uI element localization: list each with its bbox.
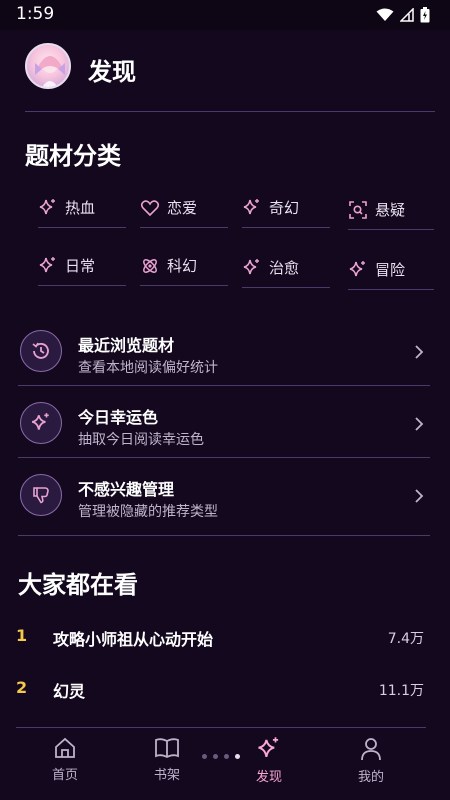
card-not-interested[interactable]: 不感兴趣管理 管理被隐藏的推荐类型 xyxy=(18,464,430,536)
tab-bookshelf[interactable]: 书架 xyxy=(132,736,202,783)
trending-item[interactable]: 1 攻略小师祖从心动开始 7.4万 xyxy=(0,622,450,652)
chevron-right-icon xyxy=(415,417,424,431)
tab-profile[interactable]: 我的 xyxy=(336,736,406,785)
avatar[interactable] xyxy=(25,43,71,89)
status-icons xyxy=(376,7,430,23)
trending-section-title: 大家都在看 xyxy=(18,571,138,599)
thumbs-down-icon xyxy=(20,474,62,516)
read-count: 11.1万 xyxy=(378,683,424,699)
genre-item-qihuan[interactable]: 奇幻 xyxy=(242,188,330,228)
chevron-right-icon xyxy=(415,489,424,503)
indicator-dot xyxy=(213,754,218,759)
trending-item[interactable]: 2 幻灵 11.1万 xyxy=(0,674,450,704)
tab-label: 首页 xyxy=(51,768,78,783)
bottom-tab-bar: 首页 书架 发现 我的 xyxy=(0,728,450,800)
wifi-icon xyxy=(376,8,394,21)
genre-label: 科幻 xyxy=(167,257,198,275)
sparkle-icon xyxy=(258,737,279,757)
signal-icon xyxy=(400,8,414,22)
genre-label: 治愈 xyxy=(269,259,300,277)
card-subtitle: 管理被隐藏的推荐类型 xyxy=(78,504,218,520)
indicator-dot xyxy=(224,754,229,759)
card-lucky-color[interactable]: 今日幸运色 抽取今日阅读幸运色 xyxy=(18,392,430,458)
card-recent-genres[interactable]: 最近浏览题材 查看本地阅读偏好统计 xyxy=(18,320,430,386)
user-icon xyxy=(361,738,381,761)
genre-item-zhiyu[interactable]: 治愈 xyxy=(242,248,330,288)
sparkle-icon xyxy=(20,402,62,444)
book-title: 攻略小师祖从心动开始 xyxy=(53,630,214,649)
sparkle-icon xyxy=(243,198,259,214)
read-count: 7.4万 xyxy=(387,631,424,647)
genre-item-richang[interactable]: 日常 xyxy=(38,246,126,286)
genre-label: 奇幻 xyxy=(269,199,300,217)
genre-item-kehuan[interactable]: 科幻 xyxy=(140,246,228,286)
genre-label: 恋爱 xyxy=(167,199,198,217)
genre-label: 悬疑 xyxy=(375,201,406,219)
chevron-right-icon xyxy=(415,345,424,359)
genre-section-title: 题材分类 xyxy=(25,142,121,170)
sparkle-icon xyxy=(349,260,365,276)
tab-label: 发现 xyxy=(255,770,282,785)
sparkle-icon xyxy=(243,258,259,274)
atom-icon xyxy=(143,258,157,273)
tab-home[interactable]: 首页 xyxy=(30,736,100,783)
battery-icon xyxy=(420,7,430,23)
book-icon xyxy=(155,738,179,759)
status-time: 1:59 xyxy=(16,4,55,24)
rank-number: 1 xyxy=(16,626,28,645)
header-divider xyxy=(25,111,435,112)
status-bar: 1:59 xyxy=(0,0,450,30)
tab-label: 书架 xyxy=(153,768,180,783)
search-frame-icon xyxy=(349,200,367,219)
card-title: 不感兴趣管理 xyxy=(78,480,175,499)
card-subtitle: 查看本地阅读偏好统计 xyxy=(78,360,218,376)
rank-number: 2 xyxy=(16,678,28,697)
sparkle-icon xyxy=(39,256,55,272)
genre-label: 热血 xyxy=(65,199,96,217)
header: 发现 xyxy=(0,30,450,110)
card-title: 最近浏览题材 xyxy=(78,336,175,355)
genre-item-lianai[interactable]: 恋爱 xyxy=(140,188,228,228)
tab-discover[interactable]: 发现 xyxy=(234,736,304,785)
heart-icon xyxy=(140,199,160,216)
genre-label: 日常 xyxy=(65,257,96,275)
card-title: 今日幸运色 xyxy=(78,408,159,427)
genre-item-xuanyi[interactable]: 悬疑 xyxy=(348,190,434,230)
genre-label: 冒险 xyxy=(375,261,406,279)
book-title: 幻灵 xyxy=(53,682,86,701)
tab-label: 我的 xyxy=(357,770,384,785)
sparkle-icon xyxy=(39,198,55,214)
genre-item-rexue[interactable]: 热血 xyxy=(38,188,126,228)
home-icon xyxy=(55,737,75,758)
card-subtitle: 抽取今日阅读幸运色 xyxy=(78,432,204,448)
history-icon xyxy=(20,330,62,372)
genre-item-maoxian[interactable]: 冒险 xyxy=(348,250,434,290)
indicator-dot xyxy=(202,754,207,759)
page-title: 发现 xyxy=(88,58,136,86)
